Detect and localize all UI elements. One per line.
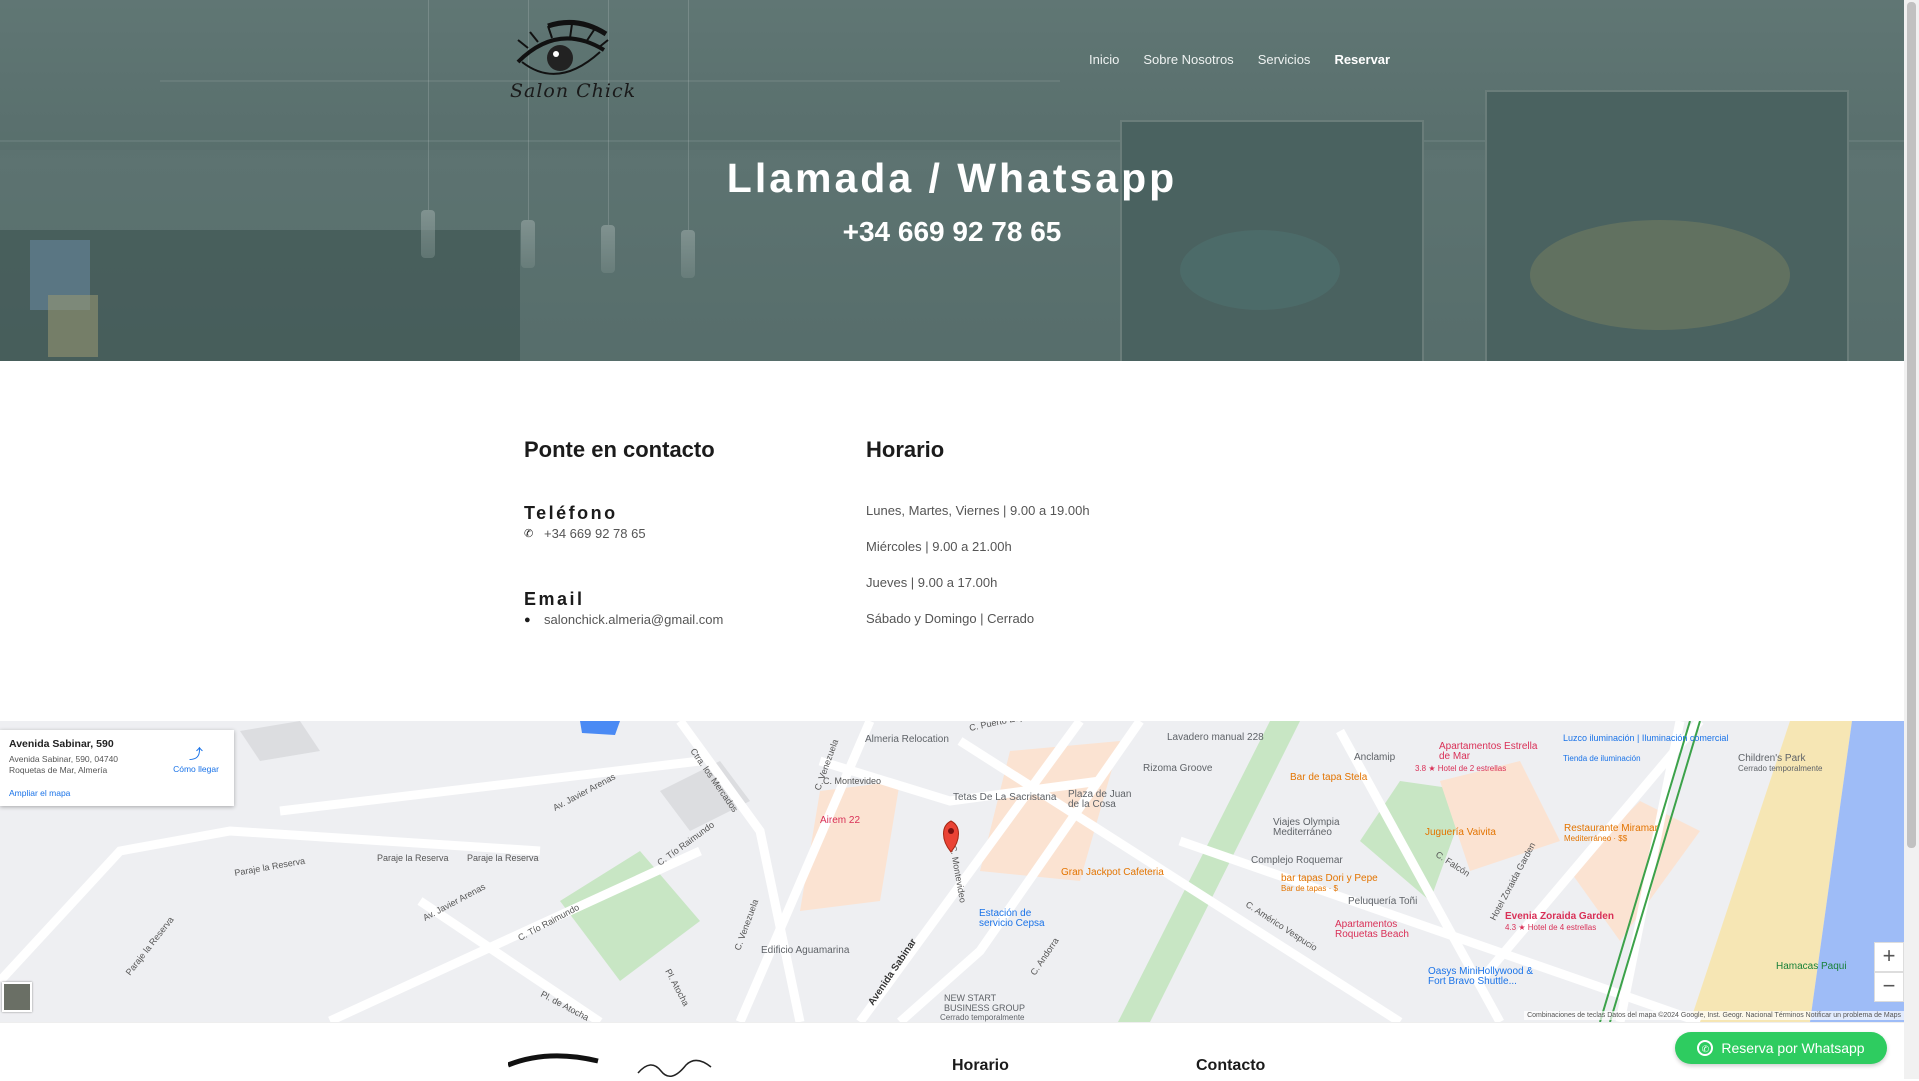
poi-label[interactable]: Restaurante Miramar xyxy=(1564,823,1658,834)
street-label: Av. Javier Arenas xyxy=(421,881,487,923)
phone-icon: ✆ xyxy=(524,527,534,540)
poi-label[interactable]: Apartamentos Roquetas Beach xyxy=(1335,920,1415,940)
directions-icon: ⤴ xyxy=(189,746,203,762)
hotel-block xyxy=(1440,761,1560,871)
hero-title: Llamada / Whatsapp xyxy=(726,155,1178,201)
map-info-card: Avenida Sabinar, 590 Avenida Sabinar, 59… xyxy=(0,730,234,806)
poi-label[interactable]: Luzco iluminación | Iluminación comercia… xyxy=(1563,733,1733,743)
whatsapp-booking-button[interactable]: ✆ Reserva por Whatsapp xyxy=(1675,1032,1887,1064)
poi-rating: 4.3 ★ Hotel de 4 estrellas xyxy=(1505,923,1597,932)
poi-label[interactable]: Airem 22 xyxy=(820,815,860,826)
street-label: C. Puerto España xyxy=(968,721,1040,733)
email-value[interactable]: salonchick.almeria@gmail.com xyxy=(544,612,723,627)
poi-label[interactable]: Edificio Aguamarina xyxy=(761,945,849,956)
directions-label: Cómo llegar xyxy=(173,764,219,774)
page-scrollbar[interactable] xyxy=(1904,0,1919,1079)
nav-item-servicios[interactable]: Servicios xyxy=(1258,52,1311,67)
poi-category: Tienda de iluminación xyxy=(1563,754,1641,763)
schedule-line: Sábado y Domingo | Cerrado xyxy=(866,611,1035,626)
street-label: Paraje la Reserva xyxy=(234,856,306,878)
email-label: Email xyxy=(524,589,585,609)
building-block xyxy=(240,721,320,761)
schedule-line: Jueves | 9.00 a 17.00h xyxy=(866,575,998,590)
road xyxy=(279,756,701,816)
poi-label[interactable]: Viajes Olympia Mediterráneo xyxy=(1273,818,1353,838)
footer-schedule-heading: Horario xyxy=(952,1057,1009,1074)
whatsapp-button-label: Reserva por Whatsapp xyxy=(1721,1040,1865,1056)
poi-status: Cerrado temporalmente xyxy=(1738,764,1823,773)
google-map[interactable]: Paraje la Reserva Paraje la Reserva Para… xyxy=(0,721,1904,1022)
logo-script: Salon Chick xyxy=(510,80,637,102)
poi-category: Bar de tapas · $ xyxy=(1281,884,1338,893)
phone-label: Teléfono xyxy=(524,503,618,523)
poi-label[interactable]: Tetas De La Sacristana xyxy=(953,792,1056,803)
phone-value[interactable]: +34 669 92 78 65 xyxy=(544,526,646,541)
map-attribution[interactable]: Combinaciones de teclas Datos del mapa ©… xyxy=(1524,1011,1904,1020)
street-label: C. Montevideo xyxy=(823,776,881,786)
street-label: C. Andorra xyxy=(1028,936,1060,977)
poi-label[interactable]: Almeria Relocation xyxy=(865,734,949,745)
street-label: Paraje la Reserva xyxy=(377,853,449,863)
poi-rating: 3.8 ★ Hotel de 2 estrellas xyxy=(1415,764,1507,773)
street-label: C. Tío Raimundo xyxy=(516,902,581,943)
poi-status: Cerrado temporalmente xyxy=(940,1013,1025,1022)
poi-label[interactable]: Hamacas Paqui xyxy=(1776,961,1847,972)
footer: Horario Contacto xyxy=(0,1022,1904,1080)
park-block xyxy=(560,851,700,981)
poi-label[interactable]: Complejo Roquemar xyxy=(1251,855,1343,866)
footer-logo xyxy=(508,1053,599,1068)
poi-label[interactable]: Bar de tapa Stela xyxy=(1290,772,1367,783)
poi-label[interactable]: Peluquería Toñi xyxy=(1348,896,1417,907)
directions-button[interactable]: ⤴ Cómo llegar xyxy=(168,744,224,774)
hero-banner: Salon Chick Inicio Sobre Nosotros Servic… xyxy=(0,0,1904,361)
poi-category: Mediterráneo · $$ xyxy=(1564,834,1628,843)
contact-heading: Ponte en contacto xyxy=(524,437,715,462)
poi-label[interactable]: Evenia Zoraida Garden xyxy=(1505,911,1614,922)
map-card-address: Avenida Sabinar, 590, 04740 Roquetas de … xyxy=(9,754,119,775)
salon-chick-logo[interactable]: Salon Chick xyxy=(508,12,635,108)
poi-label[interactable]: Apartamentos Estrella de Mar xyxy=(1439,742,1549,762)
poi-label[interactable]: Rizoma Groove xyxy=(1143,763,1212,774)
email-line: ● salonchick.almeria@gmail.com xyxy=(524,612,723,627)
poi-label[interactable]: Oasys MiniHollywood & Fort Bravo Shuttle… xyxy=(1428,967,1548,987)
poi-label[interactable]: Juguería Vaivita xyxy=(1425,827,1496,838)
poi-label[interactable]: Estación de servicio Cepsa xyxy=(979,909,1059,929)
poi-label[interactable]: NEW START BUSINESS GROUP xyxy=(944,993,1044,1013)
street-label: Paraje la Reserva xyxy=(467,853,539,863)
zoom-out-button[interactable]: − xyxy=(1874,972,1904,1002)
info-icon: ● xyxy=(524,613,531,626)
road xyxy=(676,721,805,1022)
footer-signature xyxy=(637,1059,712,1077)
hero-phone[interactable]: +34 669 92 78 65 xyxy=(0,216,1904,248)
whatsapp-icon: ✆ xyxy=(1697,1040,1714,1056)
poi-label[interactable]: Anclamip xyxy=(1354,752,1395,763)
schedule-line: Lunes, Martes, Viernes | 9.00 a 19.00h xyxy=(866,503,1090,518)
map-canvas: Paraje la Reserva Paraje la Reserva Para… xyxy=(0,721,1904,1022)
main-nav: Inicio Sobre Nosotros Servicios Reservar xyxy=(1089,52,1390,67)
map-card-title: Avenida Sabinar, 590 xyxy=(9,738,114,750)
schedule-heading: Horario xyxy=(866,437,945,462)
schedule-line: Miércoles | 9.00 a 21.00h xyxy=(866,539,1012,554)
eye-icon xyxy=(516,19,609,75)
zoom-in-button[interactable]: + xyxy=(1874,942,1904,972)
nav-item-reservar[interactable]: Reservar xyxy=(1334,52,1390,67)
street-label: Avenida Sabinar xyxy=(866,937,919,1008)
poi-label[interactable]: Plaza de Juan de la Cosa xyxy=(1068,790,1138,810)
nav-item-inicio[interactable]: Inicio xyxy=(1089,52,1119,67)
street-label: Pl. Atocha xyxy=(663,967,691,1007)
enlarge-map-link[interactable]: Ampliar el mapa xyxy=(9,788,70,798)
satellite-layer-toggle[interactable] xyxy=(2,982,32,1012)
footer-contact-heading: Contacto xyxy=(1196,1057,1266,1074)
street-label: Paraje la Reserva xyxy=(124,915,176,978)
scrollbar-thumb[interactable] xyxy=(1907,2,1916,848)
poi-label[interactable]: Children's Park xyxy=(1738,753,1806,764)
poi-label[interactable]: bar tapas Dori y Pepe xyxy=(1281,873,1378,884)
phone-line: ✆ +34 669 92 78 65 xyxy=(524,526,646,541)
street-label: C. Venezuela xyxy=(732,898,760,952)
water-tank xyxy=(580,721,620,735)
poi-label[interactable]: Lavadero manual 228 xyxy=(1167,732,1264,743)
nav-item-sobre-nosotros[interactable]: Sobre Nosotros xyxy=(1143,52,1233,67)
poi-label[interactable]: Gran Jackpot Cafeteria xyxy=(1061,867,1164,878)
